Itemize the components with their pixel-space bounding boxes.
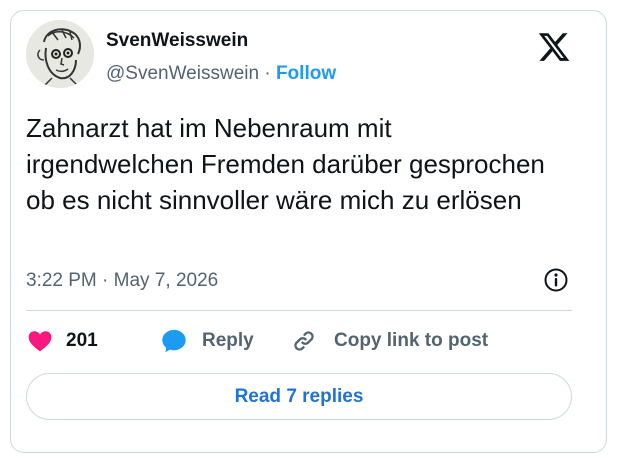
follow-button[interactable]: Follow: [276, 63, 336, 84]
read-replies-button[interactable]: Read 7 replies: [26, 373, 572, 420]
action-bar: 201 Reply Copy link to post: [26, 326, 572, 356]
reply-bubble-icon: [162, 329, 186, 353]
copy-link-button[interactable]: Copy link to post: [290, 326, 488, 356]
link-icon: [294, 331, 314, 351]
author-handle[interactable]: @SvenWeisswein: [106, 63, 259, 84]
handle-separator: ·: [259, 63, 276, 84]
tweet-timestamp[interactable]: 3:22 PM · May 7, 2026: [26, 270, 218, 292]
x-logo-icon[interactable]: [537, 30, 571, 64]
copy-link-label: Copy link to post: [334, 330, 489, 351]
tweet-text: Zahnarzt hat im Nebenraum mit irgendwelc…: [26, 113, 545, 215]
like-button[interactable]: 201: [26, 326, 98, 356]
sketch-face-avatar-icon: [26, 20, 94, 88]
reply-button[interactable]: Reply: [160, 326, 254, 356]
author-handle-row: @SvenWeisswein · Follow: [106, 63, 336, 85]
divider: [26, 310, 572, 311]
author-display-name[interactable]: SvenWeisswein: [106, 30, 248, 52]
like-count: 201: [66, 330, 98, 351]
author-avatar[interactable]: [26, 20, 94, 88]
heart-icon: [28, 331, 52, 352]
info-icon[interactable]: [543, 267, 569, 293]
reply-label: Reply: [202, 330, 254, 351]
